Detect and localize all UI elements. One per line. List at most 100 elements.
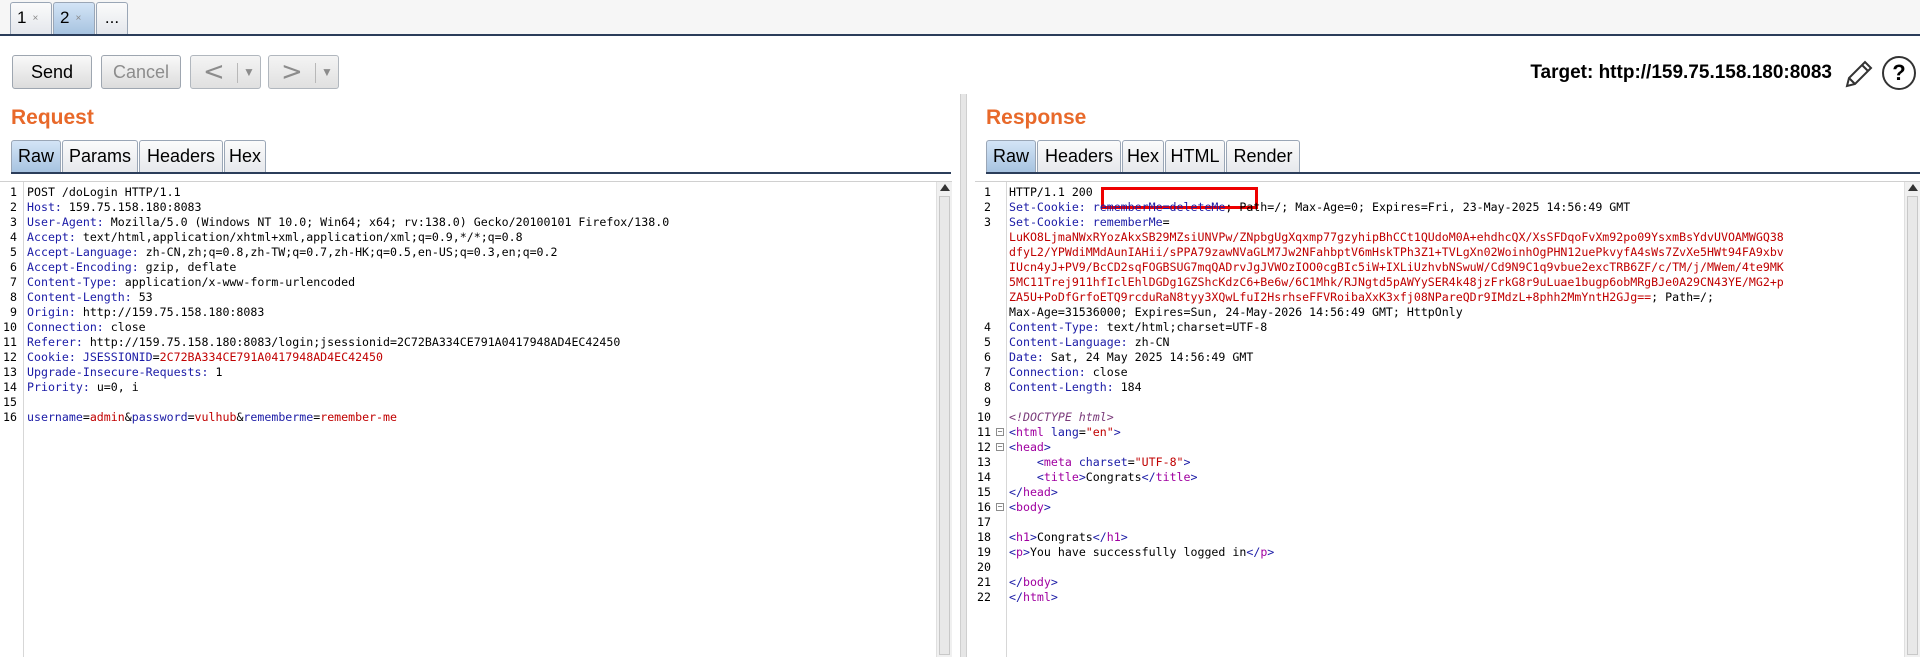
code-token: Content-Type: bbox=[27, 275, 125, 289]
code-token: Set-Cookie: bbox=[1009, 215, 1093, 229]
fold-toggle-icon[interactable]: − bbox=[996, 428, 1004, 436]
code-line: 14 <title>Congrats</title> bbox=[975, 470, 1920, 485]
tab-raw[interactable]: Raw bbox=[986, 140, 1036, 172]
code-line: 12− <head> bbox=[975, 440, 1920, 455]
code-text: HTTP/1.1 200 bbox=[1009, 185, 1093, 200]
code-token: > bbox=[1043, 500, 1051, 514]
line-number: 6 bbox=[984, 350, 991, 364]
code-text: </head> bbox=[1009, 485, 1058, 500]
tab-render[interactable]: Render bbox=[1226, 140, 1300, 172]
code-token: = bbox=[1078, 425, 1086, 439]
new-tab-button[interactable]: ... bbox=[96, 2, 128, 34]
code-text: Set-Cookie: rememberMe= bbox=[1009, 215, 1170, 230]
code-token: Mozilla/5.0 (Windows NT 10.0; Win64; x64… bbox=[110, 215, 670, 229]
code-token: remember-me bbox=[320, 410, 397, 424]
line-number: 8 bbox=[10, 290, 17, 304]
code-text: Content-Type: application/x-www-form-url… bbox=[27, 275, 355, 290]
divider bbox=[315, 63, 316, 83]
code-text: Priority: u=0, i bbox=[27, 380, 139, 395]
chevron-down-icon[interactable]: ▼ bbox=[243, 56, 255, 88]
code-text: IUcn4yJ+PV9/BcCD2sqFOGBSUG7mqQADrvJgJVWO… bbox=[1009, 260, 1784, 275]
request-title: Request bbox=[11, 106, 94, 129]
code-token: > bbox=[1043, 440, 1051, 454]
code-token: password bbox=[131, 410, 188, 424]
code-line: 17 bbox=[975, 515, 1920, 530]
fold-toggle-icon[interactable]: − bbox=[996, 443, 1004, 451]
tab-raw[interactable]: Raw bbox=[11, 140, 61, 172]
code-line: 5 Content-Language: zh-CN bbox=[975, 335, 1920, 350]
tab-html[interactable]: HTML bbox=[1165, 140, 1225, 172]
code-line: 6 Date: Sat, 24 May 2025 14:56:49 GMT bbox=[975, 350, 1920, 365]
code-text: Host: 159.75.158.180:8083 bbox=[27, 200, 202, 215]
code-token: admin bbox=[89, 410, 125, 424]
code-token: > bbox=[1029, 530, 1037, 544]
code-token: < bbox=[1009, 500, 1016, 514]
code-line: 13 Upgrade-Insecure-Requests: 1 bbox=[0, 365, 952, 380]
line-number: 5 bbox=[984, 335, 991, 349]
cancel-button[interactable]: Cancel bbox=[101, 55, 181, 89]
code-token: = bbox=[1162, 215, 1170, 229]
code-token: html bbox=[1015, 425, 1044, 439]
request-tab-1[interactable]: 1 × bbox=[10, 2, 52, 34]
code-token: You have successfully logged in bbox=[1029, 545, 1247, 559]
code-token: JSESSIONID bbox=[82, 350, 153, 364]
code-token: text/html;charset=UTF-8 bbox=[1106, 320, 1268, 334]
code-line: 1 POST /doLogin HTTP/1.1 bbox=[0, 185, 952, 200]
back-arrow-icon: < bbox=[203, 57, 225, 87]
code-line: 4 Content-Type: text/html;charset=UTF-8 bbox=[975, 320, 1920, 335]
code-text: <body> bbox=[1009, 500, 1051, 515]
request-tab-strip: 1 × 2 × ... bbox=[0, 0, 1920, 36]
code-line: 3 Set-Cookie: rememberMe= bbox=[975, 215, 1920, 230]
code-token: http://159.75.158.180:8083/login;jsessio… bbox=[89, 335, 621, 349]
code-token: 2C72BA334CE791A0417948AD4EC42450 bbox=[159, 350, 384, 364]
response-title: Response bbox=[986, 106, 1087, 129]
close-icon[interactable]: × bbox=[75, 13, 81, 24]
code-line: IUcn4yJ+PV9/BcCD2sqFOGBSUG7mqQADrvJgJVWO… bbox=[975, 260, 1920, 275]
code-token: "UTF-8" bbox=[1134, 455, 1184, 469]
tab-hex[interactable]: Hex bbox=[224, 140, 266, 172]
response-editor[interactable]: 1 HTTP/1.1 200 2 Set-Cookie: rememberMe=del… bbox=[975, 181, 1920, 657]
code-token: u=0, i bbox=[96, 380, 139, 394]
send-button[interactable]: Send bbox=[12, 55, 92, 89]
code-token: > bbox=[1267, 545, 1275, 559]
close-icon[interactable]: × bbox=[32, 13, 38, 24]
tab-params[interactable]: Params bbox=[62, 140, 138, 172]
code-token: p bbox=[1015, 545, 1023, 559]
tab-headers[interactable]: Headers bbox=[139, 140, 223, 172]
code-token: dfyL2/YPWdiMMdAunIAHii/sPPA79zawNVaGLM7J… bbox=[1009, 245, 1784, 259]
code-line: 7 Connection: close bbox=[975, 365, 1920, 380]
code-line: 22 </html> bbox=[975, 590, 1920, 605]
code-token: Content-Length: bbox=[27, 290, 139, 304]
fold-toggle-icon[interactable]: − bbox=[996, 503, 1004, 511]
tab-headers[interactable]: Headers bbox=[1037, 140, 1121, 172]
code-token: Host: bbox=[27, 200, 69, 214]
split-pane-divider[interactable] bbox=[960, 94, 967, 657]
code-line: 10 Connection: close bbox=[0, 320, 952, 335]
code-token: vulhub bbox=[194, 410, 237, 424]
code-token: </ bbox=[1009, 575, 1023, 589]
code-token: Content-Length: bbox=[1009, 380, 1121, 394]
code-token: Connection: bbox=[1009, 365, 1093, 379]
line-number: 7 bbox=[10, 275, 17, 289]
request-tab-2[interactable]: 2 × bbox=[53, 2, 95, 34]
code-token: > bbox=[1120, 530, 1128, 544]
code-token: = bbox=[82, 410, 90, 424]
request-editor[interactable]: 1 POST /doLogin HTTP/1.1 2 Host: 159.75.158… bbox=[0, 181, 952, 657]
code-token: lang bbox=[1050, 425, 1079, 439]
code-token: head bbox=[1015, 440, 1044, 454]
back-button[interactable]: < ▼ bbox=[190, 55, 261, 89]
tab-hex[interactable]: Hex bbox=[1122, 140, 1164, 172]
help-icon[interactable]: ? bbox=[1882, 56, 1916, 90]
code-token: body bbox=[1015, 500, 1044, 514]
code-text: Content-Type: text/html;charset=UTF-8 bbox=[1009, 320, 1267, 335]
code-text: username=admin&password=vulhub&rememberm… bbox=[27, 410, 397, 425]
code-token: 184 bbox=[1120, 380, 1142, 394]
code-text: 5MC11Trej911hfIclEhlDGDg1GZShcKdzC6+Be6w… bbox=[1009, 275, 1784, 290]
response-panel: Response Raw Headers Hex HTML Render 1 HT… bbox=[975, 94, 1920, 657]
pencil-icon[interactable] bbox=[1843, 56, 1875, 90]
forward-button[interactable]: > ▼ bbox=[268, 55, 339, 89]
chevron-down-icon[interactable]: ▼ bbox=[321, 56, 333, 88]
code-line: 5 Accept-Language: zh-CN,zh;q=0.8,zh-TW;q… bbox=[0, 245, 952, 260]
code-token: = bbox=[152, 350, 160, 364]
code-text: <h1>Congrats</h1> bbox=[1009, 530, 1128, 545]
